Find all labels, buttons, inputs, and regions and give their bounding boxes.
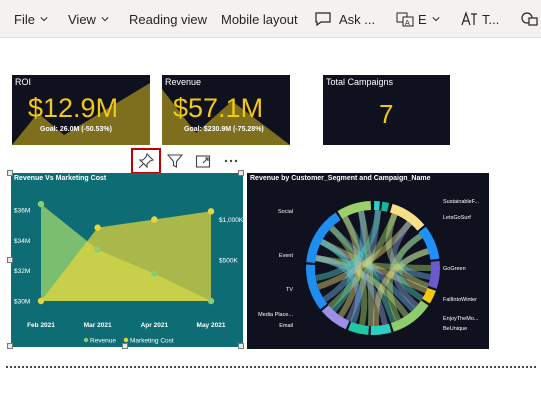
more-options-icon [224,159,238,163]
chord-right-label: BeUnique [443,326,467,332]
resize-handle[interactable] [7,170,13,176]
text-box-button[interactable]: T... [460,0,499,38]
chord-segment [306,212,341,263]
y-right-tick-label: $1,000K [219,217,243,224]
reading-view-label: Reading view [129,11,208,27]
file-menu-label: File [14,11,35,27]
y-left-tick-label: $30M [14,299,30,306]
visual-header [131,148,245,174]
view-menu[interactable]: View [68,0,109,38]
focus-mode-button[interactable] [189,148,217,174]
revenue-vs-marketing-chart[interactable]: Revenue Vs Marketing Cost $36M $34M $32M $3… [11,173,243,347]
revenue-point [207,297,215,305]
y-left-tick-label: $34M [14,238,30,245]
chevron-down-icon [101,17,109,22]
y-left-tick-label: $36M [14,208,30,215]
revenue-point [94,246,101,253]
chord-segment [347,321,369,335]
mobile-layout-button[interactable]: Mobile layout [221,0,298,38]
view-menu-label: View [68,11,96,27]
revenue-point [151,270,158,277]
resize-handle[interactable] [238,343,244,349]
revenue-title: Revenue [165,77,202,87]
text-box-label: T... [482,11,500,27]
chevron-down-icon [40,17,48,22]
chord-segment [381,201,390,212]
roi-title: ROI [15,77,32,87]
marketing-cost-point [37,297,45,305]
chord-right-label: SustainableF... [443,199,480,205]
chord-left-label: Media Place... [258,312,293,318]
resize-handle[interactable] [7,257,13,263]
marketing-cost-point [151,216,158,223]
legend-marketing-label: Marketing Cost [130,338,174,345]
roi-card[interactable]: ROI $12.9M Goal: 26.0M (-50.53%) [12,75,150,145]
campaigns-value: 7 [379,99,394,129]
resize-handle[interactable] [7,343,13,349]
text-format-icon [461,11,477,26]
chord-segment [374,201,381,211]
language-label: E [418,11,427,27]
chord-right-label: FallIntoWinter [443,297,477,303]
shapes-icon [521,12,538,26]
chord-left-label: TV [286,287,293,293]
revenue-value: $57.1M [173,93,264,123]
comment-icon [315,12,331,27]
chord-right-label: GoGreen [443,266,466,272]
y-left-tick-label: $32M [14,268,30,275]
shapes-button[interactable] [520,0,540,38]
mobile-layout-label: Mobile layout [221,11,298,27]
resize-handle[interactable] [238,170,244,176]
page-divider [6,366,536,368]
marketing-cost-point [207,208,215,215]
roi-value: $12.9M [28,93,119,123]
chord-segment [337,201,371,219]
toolbar: File View Reading view Mobile layout Ask… [0,0,541,38]
chord-right-label: EnjoyTheMo... [443,316,479,322]
revenue-card[interactable]: Revenue $57.1M Goal: $230.9M (-75.28%) [162,75,290,145]
y-right-tick-label: $500K [219,258,238,265]
marketing-cost-point [94,224,101,231]
file-menu[interactable]: File [14,0,48,38]
chord-left-label: Event [279,253,294,259]
ask-question-button[interactable]: Ask ... [314,0,375,38]
legend-marketing-marker [123,337,129,343]
legend-revenue-label: Revenue [90,338,116,345]
revenue-goal: Goal: $230.9M (-75.28%) [184,126,264,133]
chord-left-label: Social [278,209,293,215]
svg-text:A: A [405,20,410,27]
resize-handle[interactable] [122,343,128,349]
revenue-point [37,200,45,208]
filter-button[interactable] [161,148,189,174]
chevron-down-icon [432,17,440,22]
chord-chart[interactable]: Revenue by Customer_Segment and Campaign… [247,173,489,349]
roi-goal: Goal: 26.0M (-50.53%) [40,126,112,133]
focus-mode-icon [195,155,211,168]
filter-icon [167,154,183,168]
translate-icon: A [396,12,414,27]
chord-right-label: LetsGoSurf [443,215,471,221]
x-tick-label: Mar 2021 [84,322,112,329]
language-dropdown[interactable]: A E [396,0,440,38]
pin-visual-button[interactable] [131,148,161,174]
x-tick-label: Feb 2021 [27,322,55,329]
area-chart-svg: $36M $34M $32M $30M $1,000K $500K Feb 2021 Mar … [14,200,243,345]
legend-revenue-marker [83,337,89,343]
report-window: File View Reading view Mobile layout Ask… [0,0,541,407]
reading-view-button[interactable]: Reading view [129,0,207,38]
x-tick-label: Apr 2021 [141,322,169,329]
ask-question-label: Ask ... [339,11,376,27]
chord-chart-svg: Social Event TV Media Place... Email Sustaina… [258,199,480,335]
pin-icon [138,153,154,169]
chord-left-label: Email [279,323,293,329]
campaigns-title: Total Campaigns [326,77,394,87]
campaigns-card[interactable]: Total Campaigns 7 [323,75,450,145]
x-tick-label: May 2021 [197,322,226,329]
